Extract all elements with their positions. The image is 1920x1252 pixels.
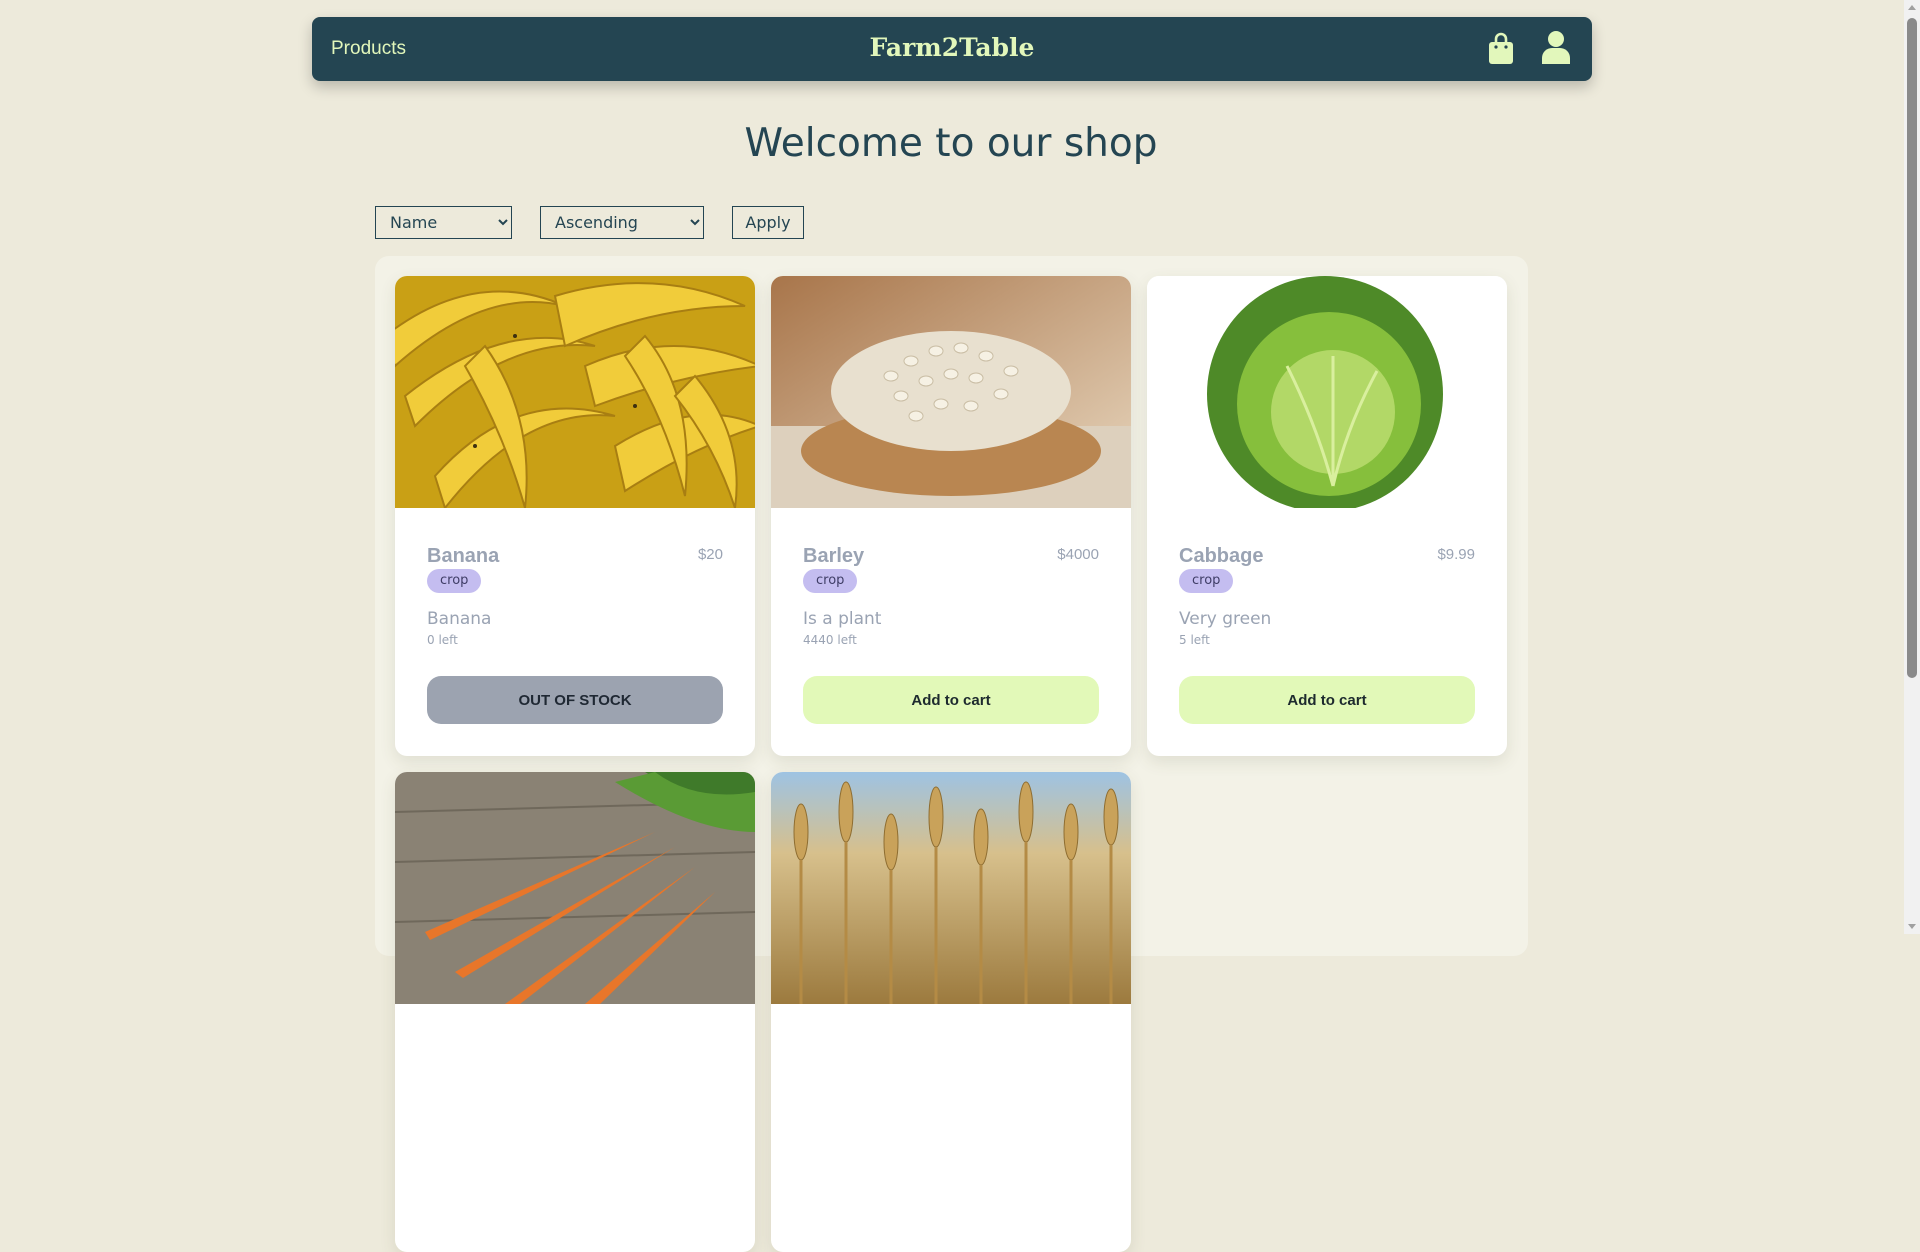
product-name: Barley bbox=[803, 545, 865, 567]
product-stock: 4440 left bbox=[803, 633, 857, 647]
shopping-bag-icon[interactable] bbox=[1488, 32, 1514, 66]
product-card bbox=[771, 772, 1131, 1252]
out-of-stock-button[interactable]: OUT OF STOCK bbox=[427, 676, 723, 724]
product-price: $20 bbox=[697, 546, 723, 563]
wheat-image bbox=[771, 772, 1131, 1004]
page-title: Welcome to our shop bbox=[744, 121, 1158, 166]
product-stock: 5 left bbox=[1179, 633, 1210, 647]
sort-order-select[interactable]: Ascending bbox=[540, 206, 704, 239]
banana-image bbox=[395, 276, 755, 508]
cabbage-image bbox=[1147, 276, 1507, 508]
add-to-cart-button[interactable]: Add to cart bbox=[803, 676, 1099, 724]
product-card bbox=[395, 772, 755, 1252]
apply-button[interactable]: Apply bbox=[732, 206, 804, 239]
product-price: $4000 bbox=[1057, 546, 1099, 563]
scroll-up-arrow-icon[interactable] bbox=[1908, 5, 1916, 10]
product-card: Barley $4000 crop Is a plant 4440 left A… bbox=[771, 276, 1131, 756]
product-stock: 0 left bbox=[427, 633, 458, 647]
scroll-down-arrow-icon[interactable] bbox=[1908, 924, 1916, 929]
product-description: Very green bbox=[1179, 609, 1272, 629]
carrots-image bbox=[395, 772, 755, 1004]
brand-logo: Farm2Table bbox=[869, 33, 1035, 62]
product-tag: crop bbox=[803, 569, 858, 593]
product-description: Is a plant bbox=[803, 609, 882, 629]
scrollbar-thumb[interactable] bbox=[1907, 18, 1917, 678]
product-description: Banana bbox=[427, 609, 492, 629]
barley-image bbox=[771, 276, 1131, 508]
product-card: Cabbage $9.99 crop Very green 5 left Add… bbox=[1147, 276, 1507, 756]
product-name: Banana bbox=[427, 545, 500, 567]
sort-field-select[interactable]: Name bbox=[375, 206, 512, 239]
product-tag: crop bbox=[1179, 569, 1234, 593]
product-price: $9.99 bbox=[1437, 546, 1475, 563]
product-grid: Banana $20 crop Banana 0 left OUT OF STO… bbox=[375, 256, 1528, 1252]
scrollbar[interactable] bbox=[1904, 0, 1920, 934]
add-to-cart-button[interactable]: Add to cart bbox=[1179, 676, 1475, 724]
nav-products-link[interactable]: Products bbox=[331, 17, 406, 81]
product-tag: crop bbox=[427, 569, 482, 593]
product-name: Cabbage bbox=[1179, 545, 1264, 567]
user-icon[interactable] bbox=[1540, 30, 1572, 66]
navbar: Products Farm2Table bbox=[312, 17, 1592, 81]
product-card: Banana $20 crop Banana 0 left OUT OF STO… bbox=[395, 276, 755, 756]
